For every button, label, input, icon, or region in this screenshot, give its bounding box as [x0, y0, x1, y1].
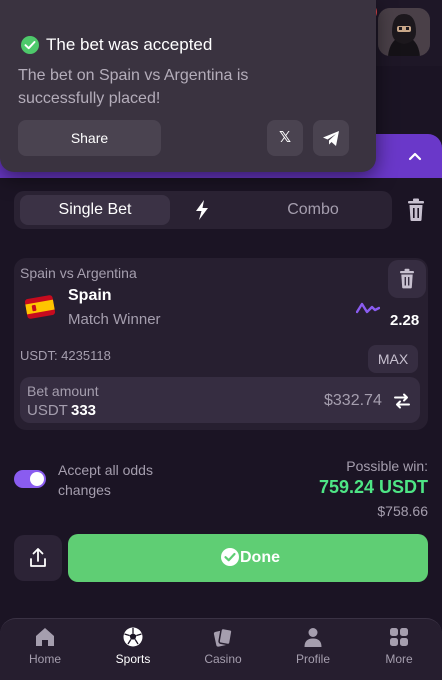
possible-win-usd: $758.66 — [377, 503, 428, 519]
nav-label-profile: Profile — [295, 652, 330, 666]
usdt-balance: USDT: 4235118 — [20, 348, 111, 363]
spain-flag-icon — [24, 295, 56, 319]
share-telegram-button[interactable] — [313, 120, 349, 156]
grid-icon — [390, 628, 408, 646]
max-button[interactable]: MAX — [368, 345, 418, 373]
market-name: Match Winner — [68, 311, 161, 328]
nav-label-casino: Casino — [204, 652, 242, 666]
remove-bet-button[interactable] — [388, 260, 426, 298]
nav-more[interactable]: More — [364, 626, 434, 674]
check-circle-icon — [21, 36, 39, 54]
cards-icon — [213, 627, 233, 647]
telegram-icon — [323, 131, 339, 146]
share-x-button[interactable]: 𝕏 — [267, 120, 303, 156]
tab-single-bet[interactable]: Single Bet — [20, 195, 170, 225]
chevron-up-icon[interactable] — [404, 146, 426, 168]
bet-amount-currency: USDT — [27, 402, 68, 419]
nav-label-home: Home — [28, 652, 61, 666]
toggle-knob — [30, 472, 44, 486]
toast-share-button[interactable]: Share — [18, 120, 161, 156]
toast-title: The bet was accepted — [46, 35, 213, 54]
accept-odds-label: Accept all odds changes — [58, 462, 153, 498]
nav-casino[interactable]: Casino — [188, 626, 258, 674]
trash-icon — [400, 268, 414, 289]
share-bet-button[interactable] — [14, 535, 62, 581]
bet-amount-usd: $332.74 — [324, 392, 382, 409]
avatar[interactable] — [378, 8, 430, 56]
nav-label-sports: Sports — [115, 652, 151, 666]
lightning-icon[interactable] — [192, 199, 212, 221]
nav-home[interactable]: Home — [10, 626, 80, 674]
nav-sports[interactable]: Sports — [98, 626, 168, 674]
bet-amount-label: Bet amount — [27, 383, 99, 399]
possible-win-value: 759.24 USDT — [318, 477, 428, 497]
nav-profile[interactable]: Profile — [278, 626, 348, 674]
check-circle-icon — [221, 548, 239, 566]
clear-betslip-trash-icon[interactable] — [405, 198, 427, 222]
share-icon — [30, 548, 46, 567]
nav-label-more: More — [385, 652, 413, 666]
possible-win-label: Possible win: — [346, 458, 428, 474]
odds-trend-icon — [356, 302, 380, 314]
user-icon — [304, 628, 322, 647]
selected-team: Spain — [68, 287, 112, 304]
bet-amount-value[interactable]: 333 — [71, 402, 96, 419]
toast-message: The bet on Spain vs Argentina is success… — [18, 67, 249, 107]
avatar-image — [378, 8, 430, 56]
home-icon — [36, 628, 54, 646]
match-name: Spain vs Argentina — [20, 265, 137, 281]
tab-combo[interactable]: Combo — [250, 195, 376, 225]
odds-value: 2.28 — [390, 312, 420, 329]
done-label: Done — [240, 549, 280, 566]
swap-currency-icon[interactable] — [393, 392, 411, 410]
soccer-ball-icon — [123, 627, 143, 647]
